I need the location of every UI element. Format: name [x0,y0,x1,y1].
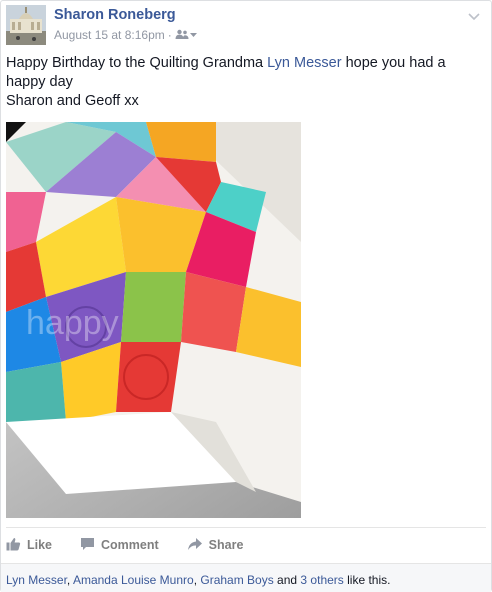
post-photo[interactable]: happy [6,122,301,518]
share-label: Share [208,538,244,552]
likes-others-link[interactable]: 3 others [300,573,343,587]
like-label: Like [27,538,53,552]
friends-icon [175,28,189,42]
author-name[interactable]: Sharon Roneberg [54,7,176,23]
comment-label: Comment [101,538,159,552]
likes-summary: Lyn Messer, Amanda Louise Munro, Graham … [1,563,491,592]
likes-suffix: like this. [343,573,391,587]
liker-name[interactable]: Amanda Louise Munro [73,573,194,587]
meta-separator: · [167,28,172,42]
audience-selector[interactable] [175,28,198,42]
message-text-part1: Happy Birthday to the Quilting Grandma [6,55,268,71]
likes-conjunction: and [273,573,301,587]
comment-icon [80,537,95,554]
post-timestamp[interactable]: August 15 at 8:16pm [54,28,165,42]
liker-name[interactable]: Lyn Messer [6,573,67,587]
post-header: Sharon Roneberg August 15 at 8:16pm · [6,5,483,45]
liker-name[interactable]: Graham Boys [200,573,273,587]
chevron-down-icon [189,28,198,42]
likes-text: Lyn Messer, Amanda Louise Munro, Graham … [6,573,390,587]
post-card: Sharon Roneberg August 15 at 8:16pm · Ha… [0,0,492,592]
share-button[interactable]: Share [187,537,244,554]
post-meta: August 15 at 8:16pm · [54,28,198,42]
share-icon [187,537,203,554]
post-message: Happy Birthday to the Quilting Grandma L… [6,54,486,111]
post-actions: Like Comment Share [6,531,243,559]
message-signature: Sharon and Geoff xx [6,93,139,109]
comment-button[interactable]: Comment [80,537,159,554]
mention-link[interactable]: Lyn Messer [267,55,341,71]
photo-watermark: happy [26,304,119,342]
actions-divider [6,527,486,528]
post-options-chevron-icon[interactable] [467,9,481,21]
thumbs-up-icon [6,537,21,554]
like-button[interactable]: Like [6,537,52,554]
avatar[interactable] [6,5,46,45]
